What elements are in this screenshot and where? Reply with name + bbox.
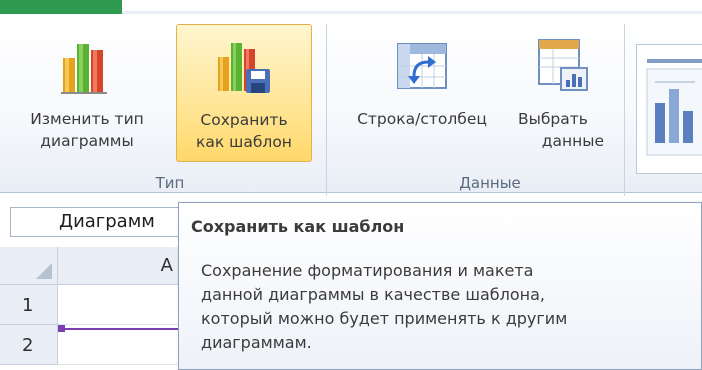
cell-a2[interactable] [58, 325, 188, 365]
tooltip-body-line: который можно будет применять к другим [201, 309, 568, 328]
select-all-triangle-icon [36, 263, 52, 279]
switch-row-column-button[interactable]: Строка/столбец [332, 24, 512, 162]
select-all-button[interactable] [0, 247, 58, 285]
switch-row-column-label: Строка/столбец [357, 110, 487, 128]
group-label-data: Данные [459, 174, 521, 192]
select-data-icon [538, 39, 588, 91]
row-header-2[interactable]: 2 [0, 325, 58, 365]
cell-a1[interactable] [58, 285, 188, 325]
ribbon: Изменить тип диаграммы Сохранить как шаб… [0, 14, 702, 196]
switch-row-column-icon [397, 43, 447, 89]
select-data-label-2: данные [541, 132, 604, 150]
excel-window: Изменить тип диаграммы Сохранить как шаб… [0, 0, 702, 370]
chart-resize-handle[interactable] [58, 325, 65, 332]
row-header-label: 2 [22, 335, 34, 356]
chart-selection-border[interactable] [62, 328, 186, 330]
bar-chart-icon [61, 44, 107, 94]
row-header-label: 1 [22, 295, 34, 316]
tooltip-body-line: диаграммам. [201, 333, 312, 352]
change-chart-type-label-1: Изменить тип [30, 110, 144, 128]
tooltip-title: Сохранить как шаблон [191, 217, 405, 236]
change-chart-type-label-2: диаграммы [40, 132, 134, 150]
save-template-tooltip: Сохранить как шаблон Сохранение форматир… [178, 202, 702, 370]
tooltip-body: Сохранение форматирования и макета данно… [201, 259, 691, 355]
group-label-type: Тип [155, 174, 185, 192]
chart-layout-gallery-icon [646, 59, 702, 156]
change-chart-type-button[interactable]: Изменить тип диаграммы [2, 24, 172, 162]
tooltip-body-line: Сохранение форматирования и макета [201, 261, 534, 280]
save-as-template-label-1: Сохранить [200, 111, 288, 129]
group-separator [624, 24, 625, 196]
save-as-template-label-2: как шаблон [196, 133, 292, 151]
column-header-label: A [160, 255, 173, 276]
ribbon-tab-accent[interactable] [0, 0, 122, 14]
row-header-1[interactable]: 1 [0, 285, 58, 325]
chart-layouts-gallery[interactable] [636, 44, 702, 174]
select-data-label-1: Выбрать [518, 110, 588, 128]
name-box[interactable]: Диаграмм [10, 207, 180, 237]
bar-chart-save-icon [218, 43, 270, 93]
save-as-template-button[interactable]: Сохранить как шаблон [176, 24, 312, 162]
name-box-value: Диаграмм [59, 211, 155, 232]
group-separator [326, 24, 327, 196]
tooltip-body-line: данной диаграммы в качестве шаблона, [201, 285, 545, 304]
select-data-button[interactable]: Выбрать данные [510, 24, 616, 162]
column-header-a[interactable]: A [58, 247, 188, 285]
